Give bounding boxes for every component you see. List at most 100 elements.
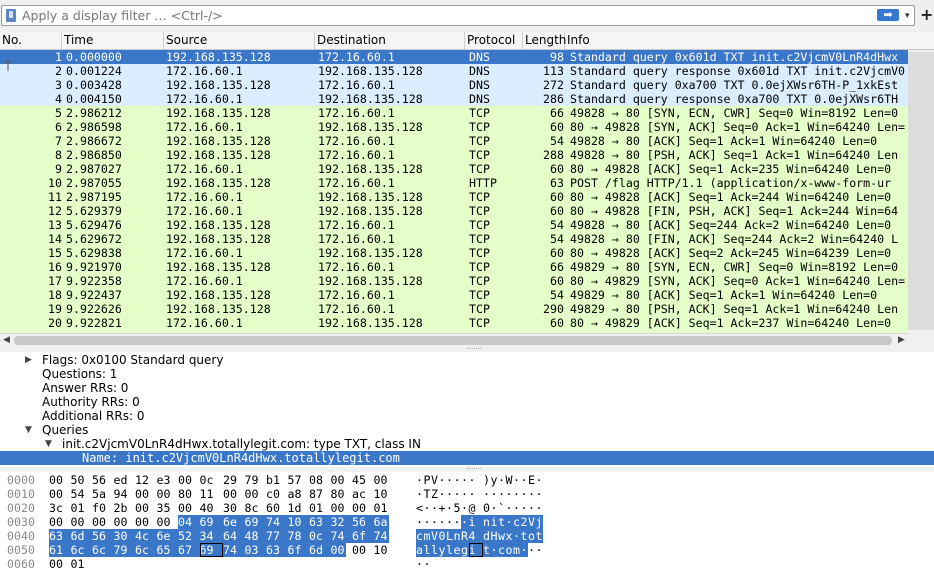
ascii-char[interactable]: R xyxy=(461,529,469,543)
ascii-char[interactable]: j xyxy=(535,515,543,529)
details-tree-item[interactable]: Authority RRs: 0 xyxy=(0,395,934,409)
packet-bytes-pane[interactable]: 0000 00 50 56 ed 12 e3 00 0c 29 79 b1 57 08 00 45 00 · P V ·… xyxy=(0,472,934,576)
hex-byte[interactable]: 6c xyxy=(92,543,114,557)
ascii-char[interactable]: · xyxy=(521,501,529,515)
hex-byte[interactable]: 00 xyxy=(245,487,260,501)
hex-byte[interactable]: ac xyxy=(352,487,367,501)
ascii-char[interactable]: V xyxy=(431,529,439,543)
ascii-char[interactable]: e xyxy=(453,543,461,557)
column-header-no[interactable]: No. xyxy=(0,32,62,49)
ascii-char[interactable]: W xyxy=(506,473,514,487)
ascii-char[interactable]: · xyxy=(416,487,424,501)
column-header-info[interactable]: Info xyxy=(565,32,934,49)
ascii-char[interactable]: t xyxy=(483,543,491,557)
ascii-char[interactable]: · xyxy=(424,557,432,571)
ascii-char[interactable]: · xyxy=(461,473,469,487)
hex-byte[interactable]: 00 xyxy=(330,543,346,557)
ascii-char[interactable]: + xyxy=(439,501,447,515)
hex-byte[interactable]: 03 xyxy=(244,543,266,557)
ascii-char[interactable]: @ xyxy=(469,501,477,515)
details-tree-item[interactable]: Questions: 1 xyxy=(0,367,934,381)
hex-byte[interactable]: e3 xyxy=(157,473,172,487)
hex-byte[interactable]: 0c xyxy=(200,473,215,487)
ascii-char[interactable]: · xyxy=(528,501,536,515)
ascii-char[interactable]: i xyxy=(468,515,483,529)
hex-byte[interactable]: 6f xyxy=(352,529,374,543)
ascii-char[interactable]: · xyxy=(498,473,506,487)
packet-row[interactable]: 9 2.987027 172.16.60.1 192.168.135.128 TCP 60… xyxy=(0,162,908,176)
hex-byte[interactable]: 00 xyxy=(178,501,193,515)
hex-byte[interactable]: 32 xyxy=(330,515,352,529)
ascii-char[interactable]: · xyxy=(536,487,544,501)
ascii-char[interactable]: · xyxy=(461,501,469,515)
ascii-char[interactable]: · xyxy=(490,543,498,557)
ascii-char[interactable]: l xyxy=(431,543,439,557)
ascii-char[interactable]: · xyxy=(536,543,544,557)
hex-byte[interactable]: 6c xyxy=(135,543,157,557)
hex-byte[interactable]: 69 xyxy=(199,543,223,557)
ascii-char[interactable]: l xyxy=(423,543,431,557)
hex-byte[interactable]: 35 xyxy=(157,501,172,515)
column-header-time[interactable]: Time xyxy=(62,32,164,49)
ascii-char[interactable]: t xyxy=(498,515,506,529)
hex-byte[interactable]: a8 xyxy=(288,487,303,501)
ascii-char[interactable]: t xyxy=(535,529,543,543)
ascii-char[interactable]: · xyxy=(491,487,499,501)
ascii-char[interactable]: · xyxy=(454,487,462,501)
hex-byte[interactable]: 00 xyxy=(157,487,172,501)
ascii-char[interactable]: m xyxy=(513,543,521,557)
hex-byte[interactable]: 79 xyxy=(113,543,135,557)
ascii-char[interactable]: c xyxy=(498,543,506,557)
ascii-char[interactable]: · xyxy=(513,529,521,543)
hex-byte[interactable]: 94 xyxy=(114,487,129,501)
hex-byte[interactable]: 80 xyxy=(178,487,193,501)
details-tree-item[interactable]: ▶ Flags: 0x0100 Standard query xyxy=(0,353,934,367)
hex-byte[interactable]: 00 xyxy=(178,473,193,487)
ascii-char[interactable]: T xyxy=(424,487,432,501)
ascii-char[interactable]: · xyxy=(439,515,447,529)
ascii-char[interactable]: n xyxy=(483,515,491,529)
column-header-source[interactable]: Source xyxy=(164,32,315,49)
packet-row[interactable]: 17 9.922358 172.16.60.1 192.168.135.128 TCP 6… xyxy=(0,274,908,288)
hex-byte[interactable]: 61 xyxy=(49,543,71,557)
ascii-char[interactable]: · xyxy=(536,501,544,515)
hex-byte[interactable]: 45 xyxy=(352,473,367,487)
ascii-char[interactable]: 0 xyxy=(438,529,446,543)
hex-byte[interactable]: 56 xyxy=(352,515,374,529)
ascii-char[interactable]: · xyxy=(521,487,529,501)
filter-history-dropdown[interactable]: ▾ xyxy=(905,9,915,23)
display-filter-input[interactable] xyxy=(22,7,852,24)
ascii-char[interactable]: 0 xyxy=(483,501,491,515)
hex-byte[interactable]: 00 xyxy=(49,557,64,571)
ascii-char[interactable]: · xyxy=(446,473,454,487)
ascii-char[interactable]: i xyxy=(490,515,498,529)
hex-byte[interactable]: 10 xyxy=(374,487,389,501)
ascii-char[interactable]: · xyxy=(454,515,462,529)
ascii-char[interactable]: o xyxy=(505,543,513,557)
ascii-char[interactable]: l xyxy=(446,543,454,557)
ascii-char[interactable]: · xyxy=(506,487,514,501)
hex-byte[interactable]: 50 xyxy=(71,473,86,487)
hex-byte[interactable]: 10 xyxy=(287,515,309,529)
column-header-length[interactable]: Length xyxy=(523,32,566,49)
hex-byte[interactable]: b1 xyxy=(266,473,281,487)
display-filter-box[interactable]: ➡ ▾ xyxy=(1,5,915,26)
hex-byte[interactable]: 30 xyxy=(223,501,238,515)
packet-row[interactable]: 11 2.987195 172.16.60.1 192.168.135.128 TCP 6… xyxy=(0,190,908,204)
ascii-char[interactable]: d xyxy=(483,529,491,543)
hex-byte[interactable]: 74 xyxy=(330,529,352,543)
hex-byte[interactable]: 30 xyxy=(113,529,135,543)
ascii-char[interactable]: 2 xyxy=(520,515,528,529)
hex-byte[interactable]: 00 xyxy=(135,515,150,529)
ascii-char[interactable]: n xyxy=(453,529,461,543)
ascii-char[interactable]: Z xyxy=(431,487,439,501)
packet-row[interactable]: 6 2.986598 172.16.60.1 192.168.135.128 TCP 60… xyxy=(0,120,908,134)
ascii-char[interactable]: · xyxy=(491,501,499,515)
packet-details-tree[interactable]: ▶ Flags: 0x0100 Standard query Questions: … xyxy=(0,352,934,467)
packet-row[interactable]: 10 2.987055 192.168.135.128 172.16.60.1 HTTP… xyxy=(0,176,908,190)
hex-byte[interactable]: 00 xyxy=(157,515,172,529)
expand-arrow-down-icon[interactable]: ▼ xyxy=(45,437,52,451)
packet-list[interactable]: 1 0.000000 192.168.135.128 172.16.60.1 DNS 98… xyxy=(0,50,908,333)
ascii-char[interactable]: ) xyxy=(483,473,491,487)
hex-byte[interactable]: 00 xyxy=(331,473,346,487)
